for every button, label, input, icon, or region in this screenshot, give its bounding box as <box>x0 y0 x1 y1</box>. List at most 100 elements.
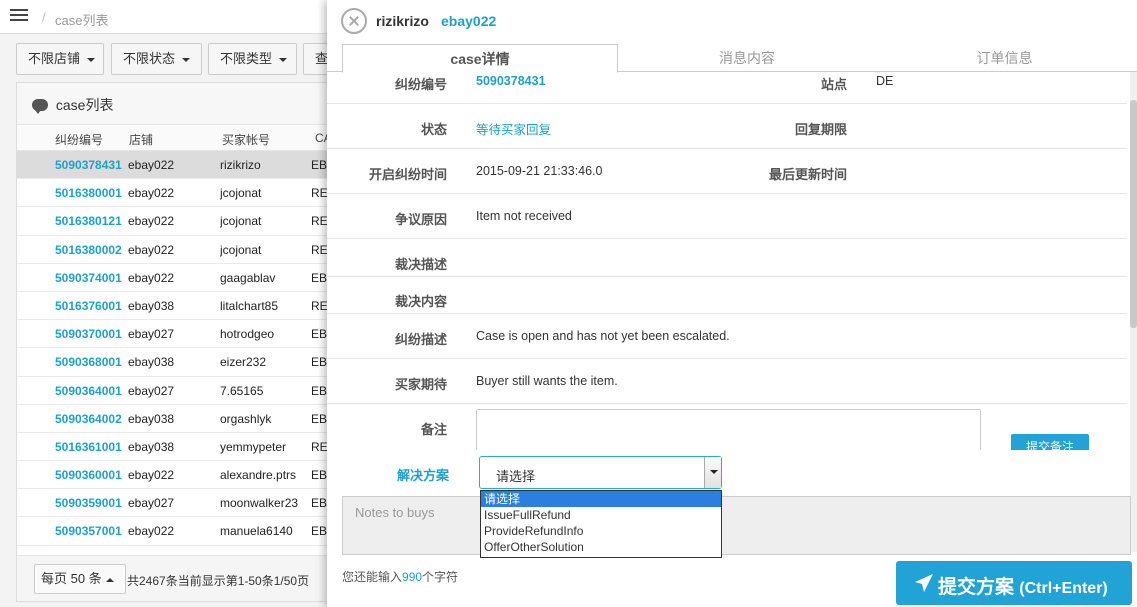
table-row[interactable]: 5090364001 ebay027 7.65165 EB <box>17 377 335 405</box>
case-id-cell[interactable]: 5016376001 <box>55 299 125 313</box>
case-id-cell[interactable]: 5016361001 <box>55 440 125 454</box>
page-size-select[interactable]: 每页 50 条 <box>34 564 126 594</box>
solution-dropdown-list: 请选择 IssueFullRefund ProvideRefundInfo Of… <box>480 490 722 558</box>
tab-order-info[interactable]: 订单信息 <box>877 44 1132 72</box>
drawer-buyer-name: rizikrizo <box>376 13 429 29</box>
table-row[interactable]: 5090360001 ebay022 alexandre.ptrs EB <box>17 461 335 490</box>
buyer-cell: orgashlyk <box>220 411 272 426</box>
pagination-bar: 每页 50 条 共2467条当前显示第1-50条1/50页 <box>17 555 335 601</box>
case-detail-drawer: rizikrizo ebay022 case详情 消息内容 订单信息 纠纷编号 … <box>327 0 1137 607</box>
shop-cell: ebay027 <box>128 496 175 511</box>
menu-toggle-icon[interactable] <box>10 9 28 23</box>
status-filter-dropdown[interactable]: 不限状态 <box>111 43 202 75</box>
remaining-prefix: 您还能输入 <box>342 570 403 584</box>
shop-filter-dropdown[interactable]: 不限店铺 <box>16 43 104 75</box>
buyer-cell: manuela6140 <box>220 524 293 539</box>
solution-option[interactable]: IssueFullRefund <box>481 507 721 523</box>
column-header-shop[interactable]: 店铺 <box>129 131 153 148</box>
shop-cell: ebay022 <box>128 186 175 201</box>
reply-deadline-label: 回复期限 <box>794 122 847 137</box>
breadcrumb: case列表 <box>55 13 109 28</box>
table-row[interactable]: 5090359001 ebay027 moonwalker23 EB <box>17 489 335 518</box>
panel-header: case列表 <box>17 83 335 125</box>
submit-solution-label: 提交方案 (Ctrl+Enter) <box>938 572 1108 599</box>
table-row[interactable]: 5090357001 ebay022 manuela6140 EB <box>17 517 335 546</box>
solution-selected-value: 请选择 <box>496 469 536 484</box>
column-header-buyer[interactable]: 买家帐号 <box>222 131 270 148</box>
table-row[interactable]: 5016380121 ebay022 jcojonat RE <box>17 207 335 236</box>
buyer-cell: rizikrizo <box>220 158 261 172</box>
submit-shortcut: (Ctrl+Enter) <box>1019 580 1108 597</box>
tab-messages[interactable]: 消息内容 <box>617 44 877 72</box>
buyer-cell: jcojonat <box>220 186 262 201</box>
chevron-up-icon <box>105 577 114 582</box>
case-id-cell[interactable]: 5090364002 <box>55 412 125 426</box>
scrollbar-thumb[interactable] <box>1130 100 1137 328</box>
case-id-cell[interactable]: 5090359001 <box>55 496 125 510</box>
case-id-cell[interactable]: 5016380001 <box>55 186 125 200</box>
table-row[interactable]: 5090374001 ebay022 gaagablav EB <box>17 264 335 292</box>
case-id-cell[interactable]: 5016380002 <box>55 243 125 257</box>
case-id-cell[interactable]: 5090374001 <box>55 271 125 285</box>
table-row[interactable]: 5090364002 ebay038 orgashlyk EB <box>17 405 335 433</box>
case-id-cell[interactable]: 5090364001 <box>55 384 125 398</box>
case-id-cell[interactable]: 5090368001 <box>55 355 125 369</box>
solution-option[interactable]: 请选择 <box>481 491 721 507</box>
buyer-cell: moonwalker23 <box>220 496 299 511</box>
shop-cell: ebay022 <box>128 214 175 229</box>
open-time-value: 2015-09-21 21:33:46.0 <box>476 164 603 178</box>
ruling-desc-label: 裁决描述 <box>394 257 447 272</box>
submit-note-button[interactable]: 提交备注 <box>1011 434 1089 450</box>
table-row[interactable]: 5016376001 ebay038 litalchart85 RE <box>17 292 335 321</box>
reason-label: 争议原因 <box>394 212 447 227</box>
detail-tabs: case详情 消息内容 订单信息 <box>327 44 1137 73</box>
last-update-label: 最后更新时间 <box>768 167 847 182</box>
type-filter-label: 不限类型 <box>220 51 273 66</box>
table-row[interactable]: 5016380002 ebay022 jcojonat RE <box>17 236 335 264</box>
solution-option[interactable]: OfferOtherSolution <box>481 539 721 555</box>
case-list-panel: case列表 纠纷编号 店铺 买家帐号 CA 5090378431 ebay022… <box>16 82 336 602</box>
chevron-down-icon <box>87 57 96 62</box>
remaining-chars: 您还能输入990个字符 <box>342 568 458 585</box>
submit-solution-button[interactable]: 提交方案 (Ctrl+Enter) <box>896 561 1132 605</box>
case-id-cell[interactable]: 5090370001 <box>55 327 125 341</box>
buyer-cell: 7.65165 <box>220 383 264 398</box>
chevron-down-icon <box>279 57 288 62</box>
note-input[interactable] <box>476 409 981 450</box>
type-filter-dropdown[interactable]: 不限类型 <box>208 43 297 75</box>
buyer-expect-value: Buyer still wants the item. <box>476 374 618 388</box>
case-id-cell[interactable]: 5090378431 <box>55 158 125 172</box>
column-header-case-id[interactable]: 纠纷编号 <box>55 131 103 148</box>
buyer-cell: alexandre.ptrs <box>220 468 297 483</box>
case-id-cell[interactable]: 5090357001 <box>55 524 125 538</box>
table-row[interactable]: 5016380001 ebay022 jcojonat RE <box>17 179 335 208</box>
case-table-body: 5090378431 ebay022 rizikrizo EB 5016380001 eb… <box>17 151 335 546</box>
table-row[interactable]: 5090368001 ebay038 eizer232 EB <box>17 348 335 377</box>
case-desc-value: Case is open and has not yet been escala… <box>476 329 730 343</box>
panel-title: case列表 <box>55 97 114 113</box>
table-row[interactable]: 5090370001 ebay027 hotrodgeo EB <box>17 320 335 349</box>
chevron-down-icon[interactable] <box>704 457 721 488</box>
solution-label: 解决方案 <box>397 468 450 483</box>
table-row[interactable]: 5016361001 ebay038 yemmypeter RE <box>17 433 335 462</box>
close-icon[interactable] <box>341 8 367 34</box>
shop-cell: ebay027 <box>128 327 175 342</box>
detail-scrollbar[interactable] <box>1130 72 1137 552</box>
shop-filter-label: 不限店铺 <box>28 51 81 66</box>
case-id-cell[interactable]: 5016380121 <box>55 214 125 228</box>
solution-option[interactable]: ProvideRefundInfo <box>481 523 721 539</box>
chevron-down-icon <box>182 57 191 62</box>
table-row[interactable]: 5090378431 ebay022 rizikrizo EB <box>17 151 335 180</box>
site-value: DE <box>876 74 894 88</box>
solution-select[interactable]: 请选择 <box>479 456 722 489</box>
message-input[interactable]: Notes to buys <box>342 496 1131 555</box>
drawer-shop-name: ebay022 <box>441 13 497 29</box>
paper-plane-icon <box>915 574 933 592</box>
site-label: 站点 <box>820 77 847 92</box>
buyer-cell: litalchart85 <box>220 298 279 313</box>
case-id-cell[interactable]: 5090360001 <box>55 468 125 482</box>
shop-cell: ebay022 <box>128 270 175 285</box>
tab-case-detail[interactable]: case详情 <box>342 44 618 73</box>
detail-row-buyer-expect: 买家期待 Buyer still wants the item. <box>327 359 1127 404</box>
breadcrumb-separator: / <box>42 10 46 25</box>
